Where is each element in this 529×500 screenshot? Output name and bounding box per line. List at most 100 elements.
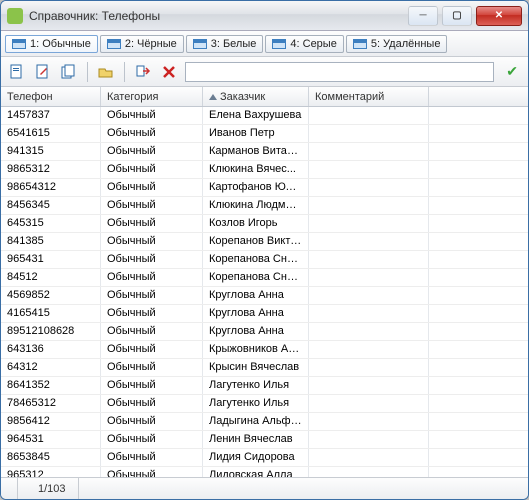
cell-customer: Елена Вахрушева: [203, 107, 309, 124]
table-row[interactable]: 964531ОбычныйЛенин Вячеслав: [1, 431, 528, 449]
table-row[interactable]: 98654312ОбычныйКартофанов Юлий: [1, 179, 528, 197]
cell-customer: Ладыгина Альфия: [203, 413, 309, 430]
tab-label: 1: Обычные: [30, 38, 91, 50]
cell-customer: Крыжовников Аб...: [203, 341, 309, 358]
cell-phone: 4569852: [1, 287, 101, 304]
table-row[interactable]: 965431ОбычныйКорепанова Сне...: [1, 251, 528, 269]
table-row[interactable]: 8653845ОбычныйЛидия Сидорова: [1, 449, 528, 467]
cell-comment: [309, 251, 429, 268]
table-row[interactable]: 84512ОбычныйКорепанова Сне...: [1, 269, 528, 287]
table-row[interactable]: 8456345ОбычныйКлюкина Людмила: [1, 197, 528, 215]
delete-button[interactable]: [159, 62, 179, 82]
cell-category: Обычный: [101, 107, 203, 124]
table-row[interactable]: 1457837ОбычныйЕлена Вахрушева: [1, 107, 528, 125]
category-tab-2[interactable]: 3: Белые: [186, 35, 264, 53]
table-row[interactable]: 4569852ОбычныйКруглова Анна: [1, 287, 528, 305]
cell-comment: [309, 233, 429, 250]
new-record-button[interactable]: [7, 62, 27, 82]
tab-table-icon: [193, 39, 207, 49]
copy-record-button[interactable]: [59, 62, 79, 82]
cell-phone: 78465312: [1, 395, 101, 412]
refresh-button[interactable]: [96, 62, 116, 82]
cell-customer: Круглова Анна: [203, 323, 309, 340]
app-window: Справочник: Телефоны ─ ▢ ✕ 1: Обычные 2: …: [0, 0, 529, 500]
table-row[interactable]: 78465312ОбычныйЛагутенко Илья: [1, 395, 528, 413]
column-header-category[interactable]: Категория: [101, 87, 203, 106]
table-row[interactable]: 643136ОбычныйКрыжовников Аб...: [1, 341, 528, 359]
minimize-button[interactable]: ─: [408, 6, 438, 26]
cell-category: Обычный: [101, 305, 203, 322]
table-row[interactable]: 941315ОбычныйКарманов Виталий: [1, 143, 528, 161]
toolbar: ✔: [1, 57, 528, 87]
column-header-customer[interactable]: Заказчик: [203, 87, 309, 106]
document-new-icon: [9, 64, 25, 80]
category-tab-0[interactable]: 1: Обычные: [5, 35, 98, 53]
cell-customer: Карманов Виталий: [203, 143, 309, 160]
cell-comment: [309, 287, 429, 304]
cell-customer: Круглова Анна: [203, 305, 309, 322]
table-row[interactable]: 6541615ОбычныйИванов Петр: [1, 125, 528, 143]
table-row[interactable]: 89512108628ОбычныйКруглова Анна: [1, 323, 528, 341]
category-tab-4[interactable]: 5: Удалённые: [346, 35, 448, 53]
table-row[interactable]: 4165415ОбычныйКруглова Анна: [1, 305, 528, 323]
tab-table-icon: [272, 39, 286, 49]
cell-customer: Крысин Вячеслав: [203, 359, 309, 376]
category-tab-1[interactable]: 2: Чёрные: [100, 35, 184, 53]
column-header-phone[interactable]: Телефон: [1, 87, 101, 106]
cell-category: Обычный: [101, 125, 203, 142]
cell-comment: [309, 359, 429, 376]
cell-phone: 1457837: [1, 107, 101, 124]
close-button[interactable]: ✕: [476, 6, 522, 26]
separator: [124, 62, 125, 82]
cell-phone: 8641352: [1, 377, 101, 394]
separator: [87, 62, 88, 82]
column-header-comment[interactable]: Комментарий: [309, 87, 429, 106]
table-row[interactable]: 965312ОбычныйЛидовская Алла: [1, 467, 528, 477]
cell-category: Обычный: [101, 251, 203, 268]
statusbar: 1/103: [1, 477, 528, 499]
cell-customer: Картофанов Юлий: [203, 179, 309, 196]
cell-phone: 941315: [1, 143, 101, 160]
cell-category: Обычный: [101, 233, 203, 250]
table-row[interactable]: 9856412ОбычныйЛадыгина Альфия: [1, 413, 528, 431]
table-row[interactable]: 9865312ОбычныйКлюкина Вячес...: [1, 161, 528, 179]
cell-comment: [309, 413, 429, 430]
cell-category: Обычный: [101, 287, 203, 304]
cell-comment: [309, 179, 429, 196]
tab-label: 3: Белые: [211, 38, 257, 50]
cell-category: Обычный: [101, 161, 203, 178]
cell-phone: 9856412: [1, 413, 101, 430]
cell-phone: 89512108628: [1, 323, 101, 340]
tab-table-icon: [353, 39, 367, 49]
cell-phone: 645315: [1, 215, 101, 232]
cell-customer: Корепанова Сне...: [203, 269, 309, 286]
edit-record-button[interactable]: [33, 62, 53, 82]
export-arrow-icon: [135, 64, 151, 80]
cell-comment: [309, 431, 429, 448]
table-row[interactable]: 8641352ОбычныйЛагутенко Илья: [1, 377, 528, 395]
cell-phone: 64312: [1, 359, 101, 376]
cell-category: Обычный: [101, 431, 203, 448]
document-edit-icon: [35, 64, 51, 80]
cell-comment: [309, 197, 429, 214]
maximize-button[interactable]: ▢: [442, 6, 472, 26]
apply-filter-button[interactable]: ✔: [506, 63, 518, 80]
cell-phone: 964531: [1, 431, 101, 448]
cell-comment: [309, 107, 429, 124]
tab-label: 2: Чёрные: [125, 38, 177, 50]
cell-phone: 98654312: [1, 179, 101, 196]
table-row[interactable]: 645315ОбычныйКозлов Игорь: [1, 215, 528, 233]
cell-customer: Клюкина Вячес...: [203, 161, 309, 178]
grid-body[interactable]: 1457837ОбычныйЕлена Вахрушева6541615Обыч…: [1, 107, 528, 477]
cell-category: Обычный: [101, 143, 203, 160]
cell-comment: [309, 143, 429, 160]
cell-category: Обычный: [101, 413, 203, 430]
window-title: Справочник: Телефоны: [29, 9, 408, 23]
search-input[interactable]: [185, 62, 494, 82]
table-row[interactable]: 841385ОбычныйКорепанов Виктор: [1, 233, 528, 251]
table-row[interactable]: 64312ОбычныйКрысин Вячеслав: [1, 359, 528, 377]
export-button[interactable]: [133, 62, 153, 82]
app-icon: [7, 8, 23, 24]
category-tab-3[interactable]: 4: Серые: [265, 35, 343, 53]
cell-customer: Корепанов Виктор: [203, 233, 309, 250]
